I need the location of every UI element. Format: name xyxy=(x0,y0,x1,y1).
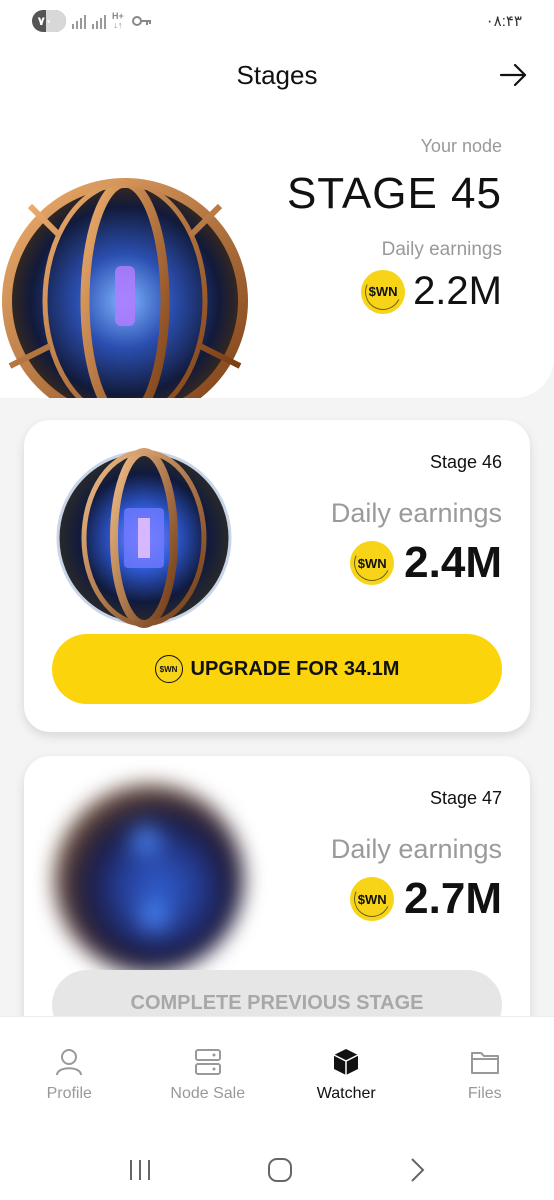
bottom-navigation: Profile Node Sale Watcher Files xyxy=(0,1016,554,1140)
daily-earnings-value: 2.7M xyxy=(404,874,502,923)
system-navigation-bar xyxy=(0,1140,554,1200)
locked-orb-image xyxy=(54,784,244,974)
daily-earnings-value: 2.2M xyxy=(413,269,502,313)
wn-coin-icon: $WN xyxy=(350,877,395,921)
wn-coin-icon: $WN xyxy=(361,269,406,314)
page-title: Stages xyxy=(236,59,318,90)
back-icon[interactable] xyxy=(407,1157,427,1183)
folder-icon xyxy=(470,1052,499,1074)
battery-level: ۷۰ xyxy=(37,14,53,28)
wn-coin-icon: $WN xyxy=(350,541,395,585)
nav-item-node-sale[interactable]: Node Sale xyxy=(139,1017,278,1140)
battery-indicator: ۷۰ xyxy=(32,10,66,32)
daily-earnings-label: Daily earnings xyxy=(330,498,502,528)
stage-label: Stage 47 xyxy=(429,788,502,808)
wn-coin-icon: $WN xyxy=(154,655,183,683)
key-icon xyxy=(131,16,151,26)
current-stage: STAGE 45 xyxy=(286,169,502,218)
daily-earnings-label: Daily earnings xyxy=(381,239,502,260)
daily-earnings-value: 2.4M xyxy=(404,538,502,587)
home-icon[interactable] xyxy=(267,1157,293,1183)
network-type: H+ ↓↑ xyxy=(112,11,124,30)
clock: ۰۸:۴۳ xyxy=(485,13,522,30)
nav-item-watcher[interactable]: Watcher xyxy=(277,1017,416,1140)
nav-item-files[interactable]: Files xyxy=(416,1017,554,1140)
node-orb-image xyxy=(56,448,232,628)
upgrade-button-label: UPGRADE FOR 34.1M xyxy=(190,657,400,680)
stage-card: Stage 46 Daily earnings $WN 2.4M $WN UPG… xyxy=(24,420,530,732)
recent-apps-icon[interactable] xyxy=(127,1158,153,1182)
cube-icon xyxy=(333,1049,359,1075)
your-node-label: Your node xyxy=(420,136,502,156)
upgrade-button[interactable]: $WN UPGRADE FOR 34.1M xyxy=(52,634,502,704)
signal-icon xyxy=(92,13,106,29)
signal-icon xyxy=(72,13,86,29)
nav-item-profile[interactable]: Profile xyxy=(0,1017,139,1140)
daily-earnings-label: Daily earnings xyxy=(330,834,502,864)
person-icon xyxy=(56,1049,83,1076)
current-node-panel: Your node STAGE 45 Daily earnings $WN 2.… xyxy=(0,108,554,398)
node-orb-image xyxy=(2,178,248,398)
arrow-right-icon[interactable] xyxy=(498,60,528,90)
current-node-info: Your node STAGE 45 Daily earnings $WN 2.… xyxy=(287,136,502,314)
status-bar: ۷۰ H+ ↓↑ ۰۸:۴۳ xyxy=(0,0,554,42)
top-bar: Stages xyxy=(0,42,554,108)
server-icon xyxy=(194,1049,221,1075)
stage-label: Stage 46 xyxy=(429,452,502,472)
